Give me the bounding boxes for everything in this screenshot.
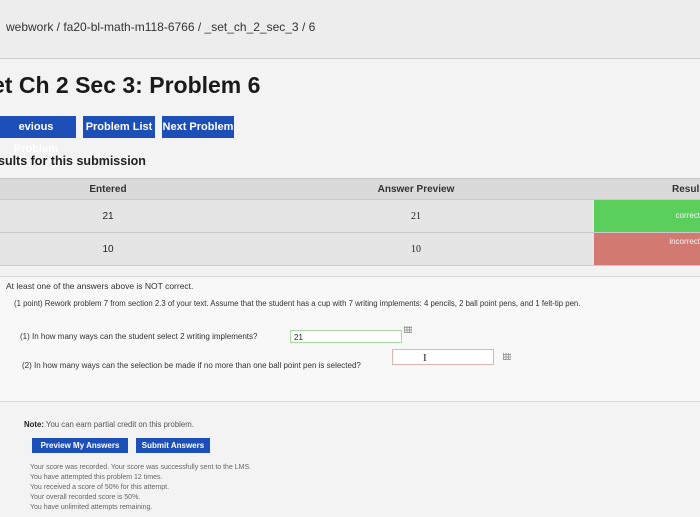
- status-cell-correct: correct: [594, 200, 700, 232]
- problem-statement: (1 point) Rework problem 7 from section …: [14, 299, 581, 308]
- question-1-text: (1) In how many ways can the student sel…: [20, 332, 258, 341]
- submit-answers-button[interactable]: Submit Answers: [136, 438, 210, 453]
- table-header: Entered Answer Preview Resul: [0, 178, 700, 200]
- answer-preview-value: 10: [411, 244, 421, 255]
- answer-1-input[interactable]: 21: [290, 330, 402, 343]
- question-2-text: (2) In how many ways can the selection b…: [22, 361, 361, 370]
- status-message: Your score was recorded. Your score was …: [30, 464, 252, 471]
- answer-2-input[interactable]: I: [392, 349, 494, 365]
- status-message: You received a score of 50% for this att…: [30, 484, 170, 491]
- table-row: 10 10 incorrect: [0, 233, 700, 266]
- column-header-entered: Entered: [89, 184, 127, 195]
- table-row: 21 21 correct: [0, 200, 700, 233]
- equation-editor-icon[interactable]: [503, 353, 511, 360]
- status-text: incorrect: [669, 237, 700, 246]
- note-label: Note:: [24, 420, 44, 429]
- column-header-answer-preview: Answer Preview: [377, 184, 455, 195]
- note-text: You can earn partial credit on this prob…: [45, 420, 194, 429]
- previous-problem-button[interactable]: evious Problem: [0, 116, 76, 155]
- equation-editor-icon[interactable]: [404, 326, 412, 333]
- breadcrumb[interactable]: webwork / fa20-bl-math-m118-6766 / _set_…: [6, 20, 315, 34]
- partial-credit-note: Note: You can earn partial credit on thi…: [24, 420, 194, 429]
- preview-answers-button[interactable]: Preview My Answers: [32, 438, 128, 453]
- problem-list-button[interactable]: Problem List: [83, 116, 155, 138]
- status-message: You have attempted this problem 12 times…: [30, 474, 163, 481]
- status-text: correct: [675, 211, 700, 220]
- status-cell-incorrect: incorrect: [594, 233, 700, 265]
- status-message: Your overall recorded score is 50%.: [30, 494, 141, 501]
- answer-preview-value: 21: [411, 211, 421, 222]
- page-title: et Ch 2 Sec 3: Problem 6: [0, 72, 261, 98]
- next-problem-button[interactable]: Next Problem: [162, 116, 234, 138]
- problem-area: At least one of the answers above is NOT…: [0, 276, 700, 402]
- column-header-result: Resul: [672, 184, 700, 195]
- entered-value: 10: [102, 244, 114, 255]
- results-table: Entered Answer Preview Resul 21 21 corre…: [0, 178, 700, 266]
- breadcrumb-bar: webwork / fa20-bl-math-m118-6766 / _set_…: [0, 0, 700, 59]
- status-message: You have unlimited attempts remaining.: [30, 504, 153, 511]
- results-heading: sults for this submission: [0, 154, 146, 168]
- entered-value: 21: [102, 211, 114, 222]
- incorrect-notice: At least one of the answers above is NOT…: [6, 281, 194, 291]
